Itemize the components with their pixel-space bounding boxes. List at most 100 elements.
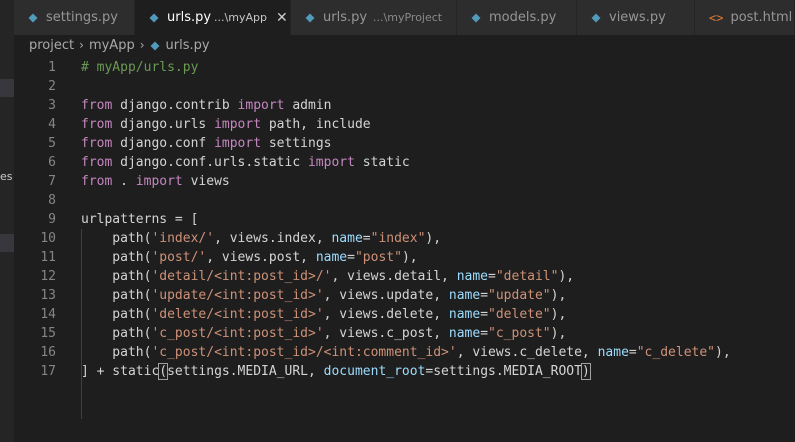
code-line[interactable]: 7 from . import views (14, 172, 795, 191)
tab-models-py[interactable]: models.py (457, 0, 577, 35)
line-number: 12 (40, 269, 56, 284)
tab-views-py[interactable]: views.py (577, 0, 695, 35)
code-text: path('c_post/<int:post_id>/<int:comment_… (81, 343, 731, 362)
line-number: 10 (40, 231, 56, 246)
code-token: = (362, 231, 371, 246)
code-line[interactable]: 15 path('c_post/<int:post_id>', views.c_… (14, 324, 795, 343)
code-text: urlpatterns = [ (81, 210, 198, 229)
code-token: django.conf (112, 136, 215, 151)
code-text: from . import views (81, 172, 230, 191)
line-number: 8 (48, 193, 56, 208)
code-token: "update" (488, 288, 551, 303)
code-token: ), (401, 250, 418, 265)
code-token: name (331, 231, 363, 246)
code-line[interactable]: 11 path('post/', views.post, name="post"… (14, 248, 795, 267)
tab-label: urls.py (323, 10, 368, 25)
code-token: 'c_post/<int:post_id>/<int:comment_id>' (151, 345, 457, 360)
python-file-icon (305, 13, 315, 23)
code-line[interactable]: 8 (14, 191, 795, 210)
code-token: "c_delete" (636, 345, 716, 360)
code-token: 'update/<int:post_id>' (151, 288, 324, 303)
code-token: name (456, 269, 489, 284)
tab-label: post.html (730, 10, 793, 25)
code-token: path, include (261, 117, 371, 132)
line-number: 2 (48, 79, 56, 94)
code-token: ), (715, 345, 731, 360)
code-token: name (597, 345, 629, 360)
code-line[interactable]: 10 path('index/', views.index, name="ind… (14, 229, 795, 248)
line-number: 16 (40, 345, 56, 360)
tab-post-html[interactable]: <> post.html (695, 0, 795, 35)
code-token: "c_post" (488, 326, 551, 341)
code-text: from django.urls import path, include (81, 115, 371, 134)
code-token: 'post/' (151, 250, 207, 265)
code-line[interactable]: 1 # myApp/urls.py (14, 58, 795, 77)
code-token: , views.c_post, (323, 326, 449, 341)
code-token: , views.index, (214, 231, 332, 246)
code-token: import (214, 117, 262, 132)
code-line[interactable]: 6 from django.conf.urls.static import sta… (14, 153, 795, 172)
code-token: views (182, 174, 230, 189)
code-line[interactable]: 12 path('detail/<int:post_id>/', views.d… (14, 267, 795, 286)
code-token: django.conf.urls.static (112, 155, 308, 170)
code-token: settings (261, 136, 332, 151)
code-token: ), (550, 288, 567, 303)
code-token: = (480, 326, 489, 341)
tab-label: settings.py (46, 10, 118, 25)
sidebar-selected-item[interactable] (0, 234, 14, 252)
code-token: name (448, 307, 481, 322)
code-token: path( (81, 345, 152, 360)
line-number: 13 (40, 288, 56, 303)
code-line[interactable]: 16 path('c_post/<int:post_id>/<int:comme… (14, 343, 795, 362)
code-line[interactable]: 17] + static(settings.MEDIA_URL, documen… (14, 362, 795, 381)
code-token: path( (81, 250, 152, 265)
tab-urls-py-myproject[interactable]: urls.py ...\myProject (291, 0, 457, 35)
code-token: ), (425, 231, 442, 246)
code-token: ( (158, 363, 169, 380)
line-number: 17 (40, 364, 56, 379)
code-token: path( (81, 307, 152, 322)
code-token: = (628, 345, 637, 360)
code-text: path('index/', views.index, name="index"… (81, 229, 441, 248)
editor-tab-bar: settings.py urls.py ...\myApp ✕ urls.py … (14, 0, 795, 35)
code-token: ) (580, 363, 591, 380)
code-token: "post" (354, 250, 402, 265)
code-token: "delete" (488, 307, 551, 322)
code-token: name (315, 250, 348, 265)
code-text: from django.contrib import admin (81, 96, 331, 115)
code-text: path('c_post/<int:post_id>', views.c_pos… (81, 324, 566, 343)
breadcrumb-item-project[interactable]: project (29, 38, 74, 53)
code-line[interactable]: 14 path('delete/<int:post_id>', views.de… (14, 305, 795, 324)
sidebar-selected-item[interactable] (0, 79, 14, 97)
tab-description: ...\myProject (373, 11, 443, 24)
code-line[interactable]: 3 from django.contrib import admin (14, 96, 795, 115)
sidebar-text-fragment: es (0, 170, 13, 183)
code-token: path( (81, 269, 152, 284)
tab-settings-py[interactable]: settings.py (14, 0, 135, 35)
code-line[interactable]: 5 from django.conf import settings (14, 134, 795, 153)
html-file-icon: <> (709, 10, 724, 25)
line-number: 9 (48, 212, 56, 227)
code-token: ] + static (81, 364, 160, 379)
code-editor[interactable]: 1 # myApp/urls.py 2 3 from django.contrib im… (14, 55, 795, 442)
line-number: 7 (48, 174, 56, 189)
close-icon[interactable]: ✕ (276, 10, 288, 26)
code-line[interactable]: 4 from django.urls import path, include (14, 115, 795, 134)
breadcrumb-item-file[interactable]: urls.py (166, 38, 210, 53)
code-text: from django.conf import settings (81, 134, 331, 153)
code-token: from (81, 155, 113, 170)
line-number: 5 (48, 136, 56, 151)
code-token: path( (81, 326, 152, 341)
code-token: ), (550, 307, 567, 322)
code-text: from django.conf.urls.static import stat… (81, 153, 410, 172)
code-token: settings.MEDIA_URL, (167, 364, 324, 379)
tab-urls-py-myapp[interactable]: urls.py ...\myApp ✕ (135, 0, 291, 35)
breadcrumb-item-myapp[interactable]: myApp (89, 38, 135, 53)
code-line[interactable]: 9 urlpatterns = [ (14, 210, 795, 229)
code-token: static (354, 155, 410, 170)
code-line[interactable]: 13 path('update/<int:post_id>', views.up… (14, 286, 795, 305)
code-line[interactable]: 2 (14, 77, 795, 96)
code-token: = (347, 250, 355, 265)
code-token: 'c_post/<int:post_id>' (151, 326, 324, 341)
code-token: import (307, 155, 355, 170)
